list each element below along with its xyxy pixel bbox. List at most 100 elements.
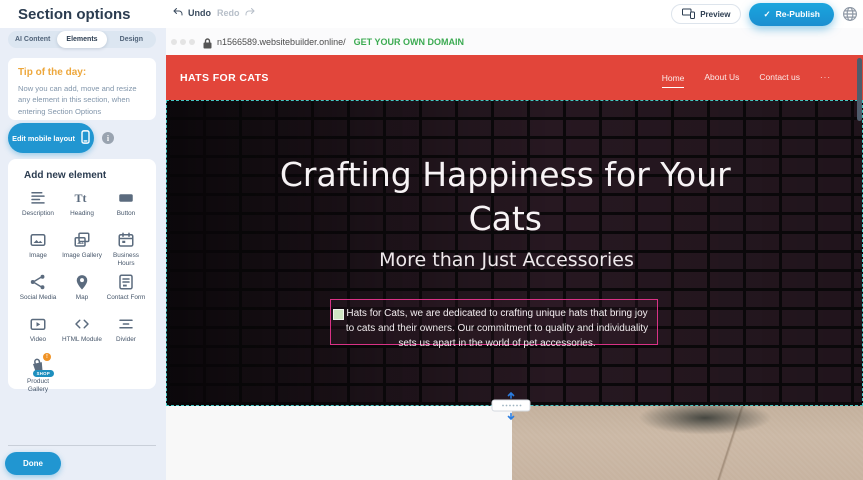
add-element-description[interactable]: Description (16, 189, 60, 226)
site-preview: n1566589.websitebuilder.online/ GET YOUR… (166, 28, 863, 480)
element-label: Video (30, 336, 46, 344)
contact-form-icon (117, 273, 135, 291)
edit-mobile-label: Edit mobile layout (12, 134, 75, 143)
add-element-image-gallery[interactable]: Image Gallery (60, 231, 104, 268)
check-icon: ✓ (763, 9, 770, 20)
app-window: Section options Undo Redo Preview ✓ Re-P… (0, 0, 863, 480)
get-domain-link[interactable]: GET YOUR OWN DOMAIN (354, 37, 464, 47)
hero-paragraph-selected[interactable]: Hats for Cats, we are dedicated to craft… (330, 299, 658, 345)
add-element-video[interactable]: Video (16, 315, 60, 352)
product-gallery-icon: ! SHOP (29, 357, 47, 375)
element-label: Product Gallery (16, 378, 60, 394)
section-options-panel: AI Content Elements Design Tip of the da… (0, 28, 166, 480)
panel-tabs: AI Content Elements Design (8, 31, 156, 48)
undo-icon (172, 6, 184, 20)
hero-title[interactable]: Crafting Happiness for Your Cats (275, 153, 735, 240)
site-url: n1566589.websitebuilder.online/ (217, 37, 346, 47)
video-icon (29, 315, 47, 333)
add-element-heading[interactable]: Tt Heading (60, 189, 104, 226)
undo-button[interactable]: Undo (172, 6, 211, 20)
browser-dot (171, 39, 177, 45)
element-label: Divider (116, 336, 136, 344)
element-label: HTML Module (62, 336, 102, 344)
element-label: Social Media (20, 294, 57, 302)
tab-design[interactable]: Design (107, 31, 156, 48)
language-globe-icon[interactable] (842, 6, 858, 22)
element-label: Image (29, 252, 47, 260)
add-element-title: Add new element (24, 170, 148, 181)
republish-button[interactable]: ✓ Re-Publish (749, 3, 834, 26)
done-button[interactable]: Done (5, 452, 61, 475)
undo-redo-group: Undo Redo (172, 6, 256, 20)
element-label: Description (22, 210, 54, 218)
new-badge-dot: ! (43, 353, 51, 361)
nav-about-us[interactable]: About Us (704, 72, 739, 84)
add-element-contact-form[interactable]: Contact Form (104, 273, 148, 310)
nav-more-menu[interactable]: ··· (820, 73, 831, 82)
nav-contact-us[interactable]: Contact us (759, 72, 800, 84)
element-label: Button (117, 210, 135, 218)
divider-icon (117, 315, 135, 333)
html-module-icon (73, 315, 91, 333)
hero-section-selected[interactable]: Crafting Happiness for Your Cats More th… (166, 100, 863, 406)
social-media-icon (29, 273, 47, 291)
redo-button[interactable]: Redo (217, 6, 256, 20)
site-nav: Home About Us Contact us ··· (662, 55, 831, 100)
image-icon (29, 231, 47, 249)
button-icon (117, 189, 135, 207)
section-resize-handle[interactable] (489, 392, 533, 420)
add-new-element-card: Add new element Description Tt Heading B… (8, 159, 156, 389)
devices-icon (682, 8, 695, 21)
element-label: Business Hours (104, 252, 148, 268)
svg-text:Tt: Tt (75, 191, 87, 205)
element-label: Map (76, 294, 88, 302)
info-icon[interactable]: i (102, 132, 114, 144)
map-pin-icon (73, 273, 91, 291)
add-element-image[interactable]: Image (16, 231, 60, 268)
element-drag-handle[interactable] (333, 309, 344, 320)
add-element-product-gallery[interactable]: ! SHOP Product Gallery (16, 357, 60, 394)
browser-dot (180, 39, 186, 45)
next-section-image (512, 406, 863, 480)
preview-label: Preview (700, 10, 730, 19)
browser-dot (189, 39, 195, 45)
top-right-actions: Preview ✓ Re-Publish (671, 0, 858, 28)
hero-subtitle[interactable]: More than Just Accessories (307, 249, 707, 271)
republish-label: Re-Publish (776, 9, 820, 19)
description-icon (29, 189, 47, 207)
tip-body: Now you can add, move and resize any ele… (18, 83, 146, 117)
shop-badge: SHOP (33, 370, 54, 377)
site-logo[interactable]: HATS FOR CATS (180, 72, 269, 84)
ssl-lock-icon (203, 36, 212, 47)
element-grid: Description Tt Heading Button Image Imag… (16, 189, 148, 394)
browser-chrome: n1566589.websitebuilder.online/ GET YOUR… (166, 28, 863, 55)
add-element-divider[interactable]: Divider (104, 315, 148, 352)
hero-paragraph-text: Hats for Cats, we are dedicated to craft… (346, 308, 648, 349)
nav-home[interactable]: Home (662, 73, 685, 88)
element-label: Image Gallery (62, 252, 102, 260)
add-element-business-hours[interactable]: Business Hours (104, 231, 148, 268)
tab-ai-content[interactable]: AI Content (8, 31, 57, 48)
page-title: Section options (18, 6, 131, 23)
element-label: Heading (70, 210, 94, 218)
tab-elements[interactable]: Elements (57, 31, 106, 48)
edit-mobile-layout-button[interactable]: Edit mobile layout (8, 123, 94, 153)
top-bar: Section options Undo Redo Preview ✓ Re-P… (0, 0, 863, 28)
browser-dots (171, 39, 195, 45)
add-element-html-module[interactable]: HTML Module (60, 315, 104, 352)
preview-button[interactable]: Preview (671, 4, 741, 24)
redo-icon (244, 6, 256, 20)
panel-divider (8, 445, 156, 446)
undo-label: Undo (188, 8, 211, 18)
tip-title: Tip of the day: (18, 67, 146, 78)
element-label: Contact Form (107, 294, 146, 302)
mobile-phone-icon (81, 130, 90, 146)
heading-icon: Tt (73, 189, 91, 207)
tip-of-the-day-card: Tip of the day: Now you can add, move an… (8, 58, 156, 120)
add-element-social-media[interactable]: Social Media (16, 273, 60, 310)
preview-scrollbar[interactable] (857, 58, 862, 121)
add-element-map[interactable]: Map (60, 273, 104, 310)
business-hours-icon (117, 231, 135, 249)
add-element-button[interactable]: Button (104, 189, 148, 226)
redo-label: Redo (217, 8, 240, 18)
